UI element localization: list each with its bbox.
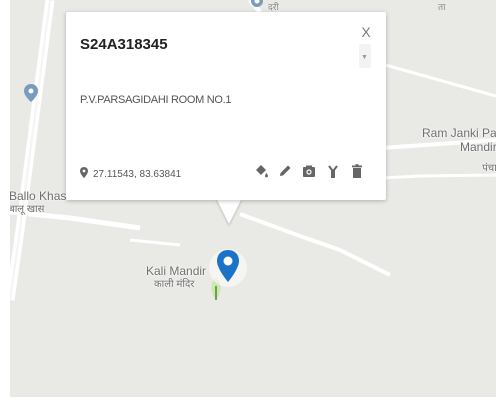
left-frame [0,0,10,405]
info-popup: S24A318345 X ▼ P.V.PARSAGIDAHI ROOM NO.1… [66,12,386,200]
place-label-en: Ram Janki Pa [422,126,496,140]
popup-description: P.V.PARSAGIDAHI ROOM NO.1 [80,94,232,106]
popup-coordinates: 27.11543, 83.63841 [80,167,181,181]
coordinates-text: 27.11543, 83.63841 [93,168,182,180]
place-label-ram-janki: Ram Janki Pa Mandir पंचा [422,126,496,176]
place-label-ballo-khas: Ballo Khas बालू खास [10,189,66,217]
chevron-down-icon[interactable]: ▼ [361,54,368,62]
pencil-icon[interactable] [276,162,294,180]
selected-location-marker-icon[interactable] [208,244,248,295]
location-pin-icon [80,167,88,181]
popup-scrollbar[interactable]: ▼ [359,44,371,68]
tool-icon[interactable] [324,162,342,180]
place-label-kali-mandir: Kali Mandir काली मंदिर [146,264,206,292]
popup-pointer [216,198,242,224]
place-label-en: Ballo Khas [10,189,67,203]
poi-pin-icon[interactable] [24,84,38,107]
place-label-hi: पंचा [482,163,496,174]
map-canvas[interactable]: दरी ता Ballo Khas बालू खास Ram Janki Pa … [10,0,496,397]
trash-icon[interactable] [348,162,366,180]
close-icon[interactable]: X [359,24,373,40]
camera-icon[interactable] [300,162,318,180]
popup-title: S24A318345 [80,36,168,53]
place-label-en: Kali Mandir [146,264,207,278]
place-label-en-2: Mandir [460,140,496,154]
place-label-hi: बालू खास [10,204,45,215]
paint-bucket-icon[interactable] [252,162,270,180]
bottom-frame [0,397,496,405]
map-label-top-right: ता [438,2,446,12]
place-label-hi: काली मंदिर [154,279,195,290]
popup-toolbar [246,162,366,180]
